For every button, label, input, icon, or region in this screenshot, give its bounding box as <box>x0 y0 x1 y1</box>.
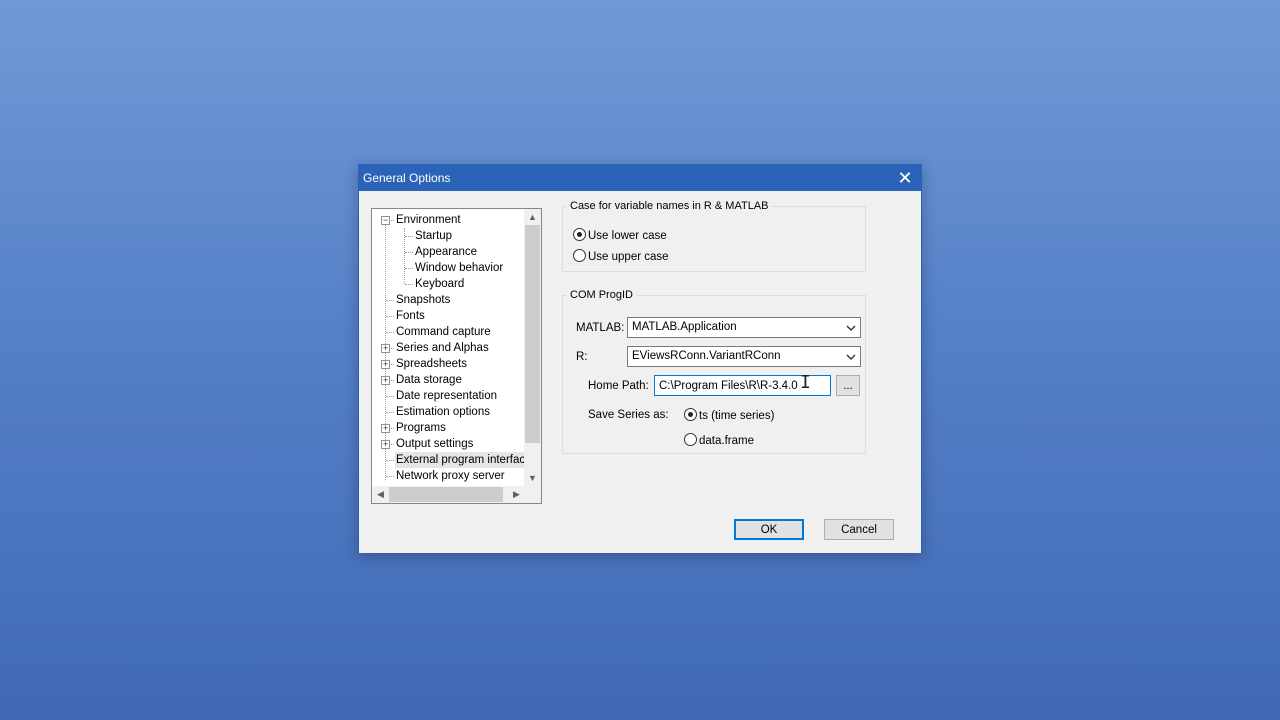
collapse-icon[interactable]: − <box>381 216 390 225</box>
scroll-left-icon[interactable]: ◀ <box>372 486 389 503</box>
tree-item-label: External program interface <box>396 454 525 466</box>
use-upper-case-label: Use upper case <box>588 251 669 263</box>
scrollbar-corner <box>524 486 541 503</box>
radio-indicator[interactable] <box>573 228 586 241</box>
matlab-label: MATLAB: <box>576 322 625 334</box>
data-frame-label: data.frame <box>699 435 754 447</box>
tree-item-label: Appearance <box>415 246 478 258</box>
general-options-dialog: General Options ✕ Environment − Startup App… <box>358 164 922 553</box>
chevron-down-icon <box>846 325 856 331</box>
tree-item[interactable]: External program interface <box>395 452 525 468</box>
use-lower-case-radio[interactable]: Use lower case <box>573 228 667 244</box>
tree-item-label: Environment <box>396 214 461 226</box>
dialog-body: Environment − Startup Appearance Window beha… <box>359 191 921 553</box>
expand-icon[interactable]: + <box>381 344 390 353</box>
expand-icon[interactable]: + <box>381 424 390 433</box>
tree-item[interactable]: Keyboard <box>414 276 466 292</box>
tree-connector-line <box>386 316 394 317</box>
radio-indicator[interactable] <box>573 249 586 262</box>
tree-item[interactable]: Command capture <box>395 324 493 340</box>
tree-connector-line <box>405 284 413 285</box>
matlab-progid-select[interactable]: MATLAB.Application <box>627 317 861 338</box>
ts-time-series-label: ts (time series) <box>699 410 775 422</box>
ts-time-series-radio[interactable]: ts (time series) <box>684 408 774 424</box>
radio-indicator[interactable] <box>684 433 697 446</box>
tree-item-label: Startup <box>415 230 453 242</box>
tree-item-label: Data storage <box>396 374 462 386</box>
tree-item[interactable]: Series and Alphas <box>395 340 491 356</box>
scrollbar-thumb[interactable] <box>525 225 540 443</box>
tree-item[interactable]: Spreadsheets <box>395 356 469 372</box>
tree-item-label: Programs <box>396 422 446 434</box>
tree-connector-line <box>405 236 413 237</box>
tree-connector-line <box>405 252 413 253</box>
case-group-legend: Case for variable names in R & MATLAB <box>570 200 769 212</box>
r-progid-select[interactable]: EViewsRConn.VariantRConn <box>627 346 861 367</box>
scroll-down-icon[interactable]: ▼ <box>524 470 541 487</box>
tree-item[interactable]: Output settings <box>395 436 475 452</box>
tree-connector-line <box>386 332 394 333</box>
tree-item[interactable]: Estimation options <box>395 404 492 420</box>
tree-connector-line <box>386 300 394 301</box>
tree-item-label: Series and Alphas <box>396 342 489 354</box>
tree-item[interactable]: Data storage <box>395 372 464 388</box>
tree-item-label: Command capture <box>396 326 491 338</box>
tree-item-label: Date representation <box>396 390 498 402</box>
matlab-progid-value: MATLAB.Application <box>632 321 737 333</box>
scrollbar-thumb[interactable] <box>389 487 503 502</box>
tree-item[interactable]: Window behavior <box>414 260 505 276</box>
options-tree[interactable]: Environment − Startup Appearance Window beha… <box>371 208 542 504</box>
use-upper-case-radio[interactable]: Use upper case <box>573 249 669 265</box>
save-series-label: Save Series as: <box>588 409 669 421</box>
chevron-down-icon <box>846 354 856 360</box>
data-frame-radio[interactable]: data.frame <box>684 433 754 449</box>
tree-item[interactable]: Startup <box>414 228 454 244</box>
dialog-title: General Options <box>363 171 451 185</box>
tree-items: Environment − Startup Appearance Window beha… <box>372 209 525 487</box>
r-progid-value: EViewsRConn.VariantRConn <box>632 350 781 362</box>
tree-connector-line <box>386 476 394 477</box>
close-icon[interactable]: ✕ <box>889 165 921 191</box>
tree-vertical-scrollbar[interactable]: ▲ ▼ <box>524 209 541 487</box>
radio-indicator[interactable] <box>684 408 697 421</box>
com-progid-legend: COM ProgID <box>570 289 633 301</box>
tree-item-label: Estimation options <box>396 406 490 418</box>
tree-item[interactable]: Appearance <box>414 244 479 260</box>
tree-item-label: Keyboard <box>415 278 465 290</box>
tree-item-label: Fonts <box>396 310 425 322</box>
tree-item-label: Window behavior <box>415 262 504 274</box>
expand-icon[interactable]: + <box>381 376 390 385</box>
ok-button[interactable]: OK <box>734 519 804 540</box>
com-progid-group: COM ProgID MATLAB: MATLAB.Application R:… <box>562 289 866 454</box>
expand-icon[interactable]: + <box>381 440 390 449</box>
tree-connector-line <box>386 396 394 397</box>
tree-item[interactable]: Network proxy server <box>395 468 507 484</box>
scroll-up-icon[interactable]: ▲ <box>524 209 541 226</box>
tree-item[interactable]: Fonts <box>395 308 427 324</box>
title-bar[interactable]: General Options ✕ <box>359 165 921 191</box>
tree-item-label: Output settings <box>396 438 474 450</box>
tree-horizontal-scrollbar[interactable]: ◀ ▶ <box>372 486 525 503</box>
home-path-label: Home Path: <box>588 380 649 392</box>
r-label: R: <box>576 351 588 363</box>
tree-item-label: Snapshots <box>396 294 451 306</box>
use-lower-case-label: Use lower case <box>588 230 667 242</box>
tree-item[interactable]: Date representation <box>395 388 499 404</box>
tree-connector-line <box>405 268 413 269</box>
tree-item[interactable]: Environment <box>395 212 463 228</box>
text-cursor-icon: I <box>800 372 811 393</box>
case-group: Case for variable names in R & MATLAB Us… <box>562 200 866 272</box>
browse-button[interactable]: ... <box>836 375 860 396</box>
expand-icon[interactable]: + <box>381 360 390 369</box>
tree-item[interactable]: Snapshots <box>395 292 452 308</box>
tree-item-label: Spreadsheets <box>396 358 467 370</box>
scroll-right-icon[interactable]: ▶ <box>508 486 525 503</box>
tree-connector-line <box>386 412 394 413</box>
tree-item-label: Network proxy server <box>396 470 505 482</box>
cancel-button[interactable]: Cancel <box>824 519 894 540</box>
tree-connector-line <box>386 460 394 461</box>
tree-item[interactable]: Programs <box>395 420 448 436</box>
